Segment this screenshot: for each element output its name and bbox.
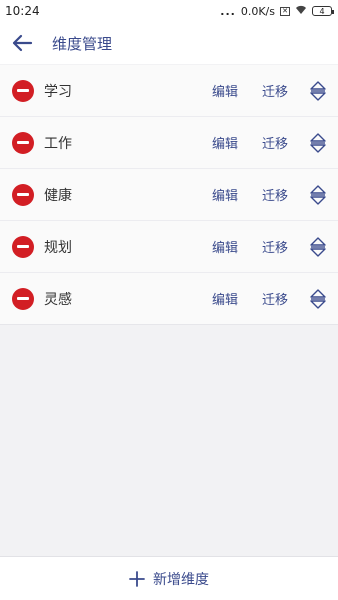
no-sim-icon: ✕ xyxy=(280,6,290,16)
sort-handle-icon[interactable] xyxy=(308,235,328,259)
arrow-left-icon xyxy=(12,34,33,52)
status-indicators: ... 0.0K/s ✕ 4 xyxy=(220,4,334,18)
list-item: 健康 编辑 迁移 xyxy=(0,169,338,221)
dimension-label: 灵感 xyxy=(44,291,72,308)
dimension-label: 学习 xyxy=(44,83,72,100)
dimension-label: 工作 xyxy=(44,135,72,152)
battery-icon: 4 xyxy=(312,6,334,16)
delete-icon[interactable] xyxy=(12,79,34,102)
sort-handle-icon[interactable] xyxy=(308,183,328,207)
page-title: 维度管理 xyxy=(52,34,113,53)
edit-button[interactable]: 编辑 xyxy=(212,237,238,256)
dimension-label: 健康 xyxy=(44,187,72,204)
list-item: 工作 编辑 迁移 xyxy=(0,117,338,169)
delete-icon[interactable] xyxy=(12,287,34,310)
dimension-list: 学习 编辑 迁移 工作 编辑 迁移 健康 编辑 迁移 规划 编辑 迁移 灵感 编… xyxy=(0,65,338,325)
list-item: 灵感 编辑 迁移 xyxy=(0,273,338,325)
edit-button[interactable]: 编辑 xyxy=(212,133,238,152)
back-button[interactable] xyxy=(10,31,34,55)
wifi-icon xyxy=(295,5,307,18)
edit-button[interactable]: 编辑 xyxy=(212,81,238,100)
delete-icon[interactable] xyxy=(12,183,34,206)
edit-button[interactable]: 编辑 xyxy=(212,185,238,204)
sort-handle-icon[interactable] xyxy=(308,131,328,155)
status-bar: 10:24 ... 0.0K/s ✕ 4 xyxy=(0,0,338,22)
status-time: 10:24 xyxy=(5,4,40,18)
move-button[interactable]: 迁移 xyxy=(262,289,288,308)
move-button[interactable]: 迁移 xyxy=(262,237,288,256)
list-item: 学习 编辑 迁移 xyxy=(0,65,338,117)
add-dimension-label: 新增维度 xyxy=(153,571,209,588)
move-button[interactable]: 迁移 xyxy=(262,133,288,152)
app-bar: 维度管理 xyxy=(0,22,338,64)
list-item: 规划 编辑 迁移 xyxy=(0,221,338,273)
add-dimension-button[interactable]: 新增维度 xyxy=(0,556,338,600)
delete-icon[interactable] xyxy=(12,131,34,154)
network-speed: 0.0K/s xyxy=(240,4,275,18)
move-button[interactable]: 迁移 xyxy=(262,81,288,100)
sort-handle-icon[interactable] xyxy=(308,287,328,311)
plus-icon xyxy=(129,570,145,587)
sort-handle-icon[interactable] xyxy=(308,79,328,103)
dimension-label: 规划 xyxy=(44,239,72,256)
delete-icon[interactable] xyxy=(12,235,34,258)
edit-button[interactable]: 编辑 xyxy=(212,289,238,308)
move-button[interactable]: 迁移 xyxy=(262,185,288,204)
status-dots: ... xyxy=(220,4,236,18)
